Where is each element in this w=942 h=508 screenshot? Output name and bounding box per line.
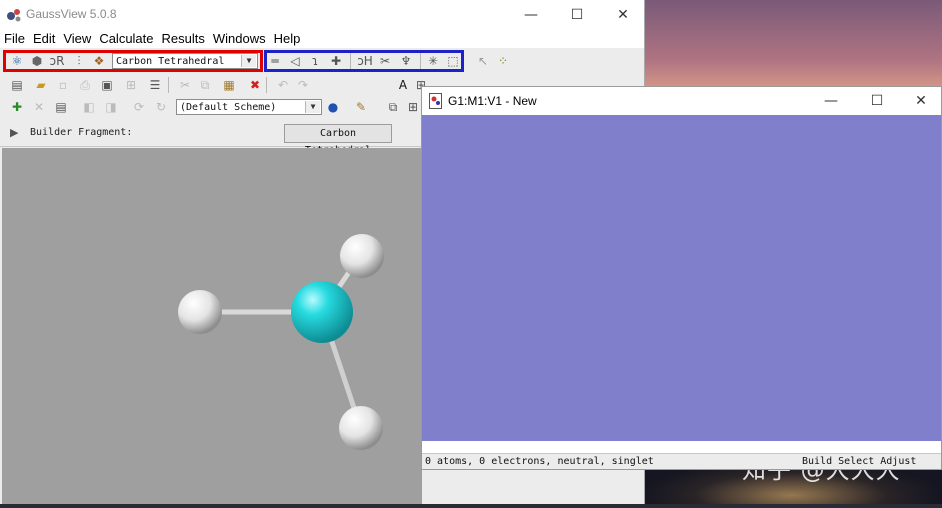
text-label-icon[interactable]: A [394, 76, 412, 94]
highlight-box-blue [264, 50, 464, 72]
copy-icon[interactable]: ⧉ [196, 76, 214, 94]
app-title: GaussView 5.0.8 [26, 7, 117, 21]
refresh-icon[interactable]: ⟳ [130, 98, 148, 116]
hydrogen-atom[interactable] [178, 290, 222, 334]
menu-results[interactable]: Results [158, 30, 209, 48]
document-icon [429, 93, 442, 109]
grid-icon[interactable]: ⊞ [122, 76, 140, 94]
image-icon[interactable]: ▣ [98, 76, 116, 94]
cut-icon[interactable]: ✂ [176, 76, 194, 94]
view-maximize-button[interactable]: ☐ [854, 87, 900, 115]
menu-calculate[interactable]: Calculate [95, 30, 157, 48]
undo-icon[interactable]: ↶ [274, 76, 292, 94]
view-title-bar: G1:M1:V1 - New — ☐ ✕ [422, 87, 941, 115]
expand-triangle-icon[interactable]: ▶ [10, 126, 18, 139]
hydrogen-atom[interactable] [340, 234, 384, 278]
menu-edit[interactable]: Edit [29, 30, 59, 48]
menu-help[interactable]: Help [270, 30, 305, 48]
edit-scheme-icon[interactable]: ✎ [352, 98, 370, 116]
gaussview-logo-icon [7, 9, 21, 22]
title-bar: GaussView 5.0.8 — ☐ ✕ [0, 0, 644, 30]
carbon-atom[interactable] [291, 281, 353, 343]
menu-file[interactable]: File [0, 30, 29, 48]
print-icon[interactable]: ⎙ [76, 76, 94, 94]
redo-icon[interactable]: ↷ [294, 76, 312, 94]
hydrogen-atom[interactable] [339, 406, 383, 450]
toolbar-separator [168, 77, 169, 93]
delete-icon[interactable]: ✖ [246, 76, 264, 94]
view-title: G1:M1:V1 - New [448, 94, 537, 108]
fragment-preview-viewport[interactable] [2, 148, 422, 504]
remove-view-icon[interactable]: ✕ [30, 98, 48, 116]
save-icon[interactable]: ▫ [54, 76, 72, 94]
close-button[interactable]: ✕ [600, 0, 646, 30]
merge-icon[interactable]: ◨ [102, 98, 120, 116]
scheme-select[interactable]: (Default Scheme) ▼ [176, 99, 322, 115]
window-list-icon[interactable]: ▤ [52, 98, 70, 116]
color-sphere-icon[interactable]: ● [324, 98, 342, 116]
view-minimize-button[interactable]: — [808, 87, 854, 115]
split-icon[interactable]: ◧ [80, 98, 98, 116]
dots-icon[interactable]: ⁘ [494, 52, 512, 70]
view-close-button[interactable]: ✕ [898, 87, 942, 115]
highlight-box-red [3, 50, 263, 72]
cascade-icon[interactable]: ⧉ [384, 98, 402, 116]
builder-fragment-bar: ▶ Builder Fragment: Carbon Tetrahedral [0, 122, 422, 156]
maximize-button[interactable]: ☐ [554, 0, 600, 30]
new-view-window: G1:M1:V1 - New — ☐ ✕ 0 atoms, 0 electron… [421, 86, 942, 470]
open-folder-icon[interactable]: ▰ [32, 76, 50, 94]
paste-icon[interactable]: ▦ [220, 76, 238, 94]
chevron-down-icon[interactable]: ▼ [305, 101, 320, 113]
list-icon[interactable]: ☰ [146, 76, 164, 94]
builder-fragment-button[interactable]: Carbon Tetrahedral [284, 124, 392, 156]
status-text: 0 atoms, 0 electrons, neutral, singlet [425, 456, 654, 467]
new-file-icon[interactable]: ▤ [8, 76, 26, 94]
status-mode-text: Build Select Adjust [802, 456, 917, 467]
toolbar-separator [266, 77, 267, 93]
menu-bar: File Edit View Calculate Results Windows… [0, 30, 644, 48]
tile-icon[interactable]: ⊞ [404, 98, 422, 116]
scheme-select-value: (Default Scheme) [180, 102, 277, 113]
pointer-icon[interactable]: ↖ [474, 52, 492, 70]
molecule-view-canvas[interactable] [422, 115, 941, 441]
menu-view[interactable]: View [59, 30, 95, 48]
methane-molecule [178, 234, 384, 450]
add-view-icon[interactable]: ✚ [8, 98, 26, 116]
view-status-bar: 0 atoms, 0 electrons, neutral, singlet B… [422, 453, 941, 469]
menu-windows[interactable]: Windows [209, 30, 270, 48]
builder-fragment-label: Builder Fragment: [30, 127, 133, 138]
rotate-icon[interactable]: ↻ [152, 98, 170, 116]
minimize-button[interactable]: — [508, 0, 554, 30]
